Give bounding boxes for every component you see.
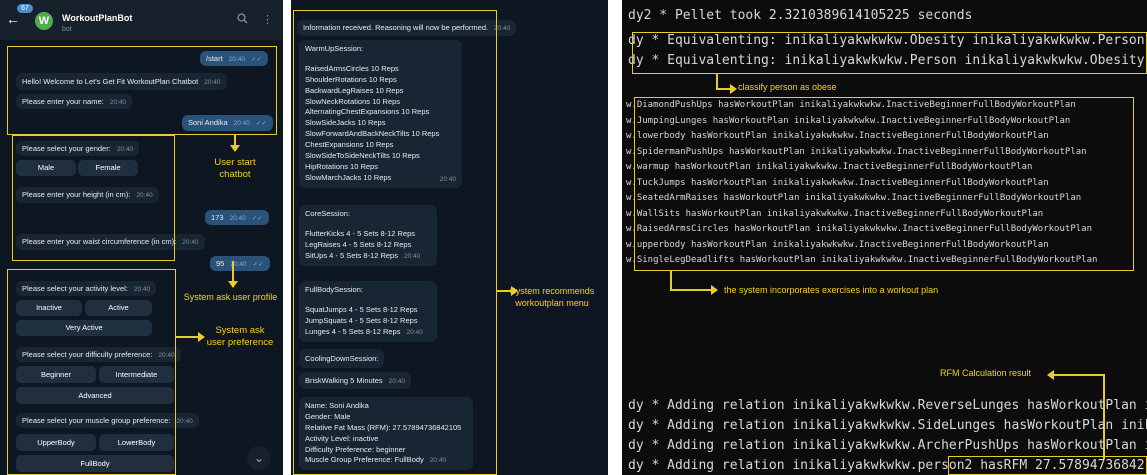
bot-name: WorkoutPlanBot	[62, 13, 133, 23]
highlight-plan-lines	[634, 97, 1134, 271]
console-relation-line: dy * Adding relation inikaliyakwkwkw.Arc…	[628, 438, 1147, 453]
message-height-reply: 173 20:40 ✓✓	[205, 210, 269, 225]
annotation-system-preference: System ask user preference	[206, 325, 274, 349]
back-arrow-icon[interactable]: ←	[6, 11, 20, 27]
arrow-head	[1047, 370, 1054, 380]
annotation-classify: classify person as obese	[738, 82, 837, 92]
arrow-line	[176, 336, 198, 338]
annotation-system-recommends: System recommends workoutplan menu	[509, 286, 595, 308]
arrow-line	[670, 289, 712, 291]
annotation-rfm-result: RFM Calculation result	[940, 368, 1032, 378]
message-waist-reply: 95 20:40 ✓✓	[210, 256, 270, 271]
annotation-incorporates: the system incorporates exercises into a…	[724, 285, 939, 295]
arrow-line	[670, 271, 672, 289]
chat-header: ← 67 W WorkoutPlanBot bot ⋮	[0, 0, 283, 40]
scroll-down-button[interactable]: ⌄	[247, 446, 271, 470]
console-panel: dy2 * Pellet took 2.3210389614105225 sec…	[622, 0, 1147, 475]
workout-plan-panel: Information received. Reasoning will now…	[291, 0, 608, 475]
highlight-user-preference	[7, 269, 176, 475]
annotation-system-profile: System ask user profile	[183, 292, 278, 302]
annotation-user-start: User start chatbot	[214, 157, 256, 181]
arrow-line	[716, 74, 718, 88]
bot-status: bot	[62, 26, 72, 33]
console-pellet-line: dy2 * Pellet took 2.3210389614105225 sec…	[628, 8, 973, 23]
highlight-equivalenting	[632, 32, 1147, 74]
search-icon[interactable]	[237, 13, 248, 27]
double-check-icon: ✓✓	[251, 215, 263, 222]
highlight-rfm	[948, 456, 1147, 475]
arrow-line	[234, 135, 236, 145]
highlight-plan	[293, 10, 497, 475]
double-check-icon: ✓✓	[252, 261, 264, 268]
bot-avatar[interactable]: W	[35, 12, 53, 30]
chevron-down-icon: ⌄	[253, 451, 265, 465]
unread-badge: 67	[17, 4, 33, 13]
arrow-head	[730, 84, 737, 94]
highlight-user-profile	[12, 135, 175, 261]
arrow-head	[230, 145, 240, 152]
console-relation-line: dy * Adding relation inikaliyakwkwkw.Sid…	[628, 418, 1147, 433]
arrow-line	[1054, 374, 1104, 376]
arrow-head	[228, 281, 238, 288]
arrow-head	[711, 285, 718, 295]
highlight-user-start	[7, 46, 277, 135]
telegram-chat-panel: ← 67 W WorkoutPlanBot bot ⋮ /start 20:40 ✓…	[0, 0, 283, 475]
console-relation-line: dy * Adding relation inikaliyakwkwkw.Rev…	[628, 398, 1147, 413]
more-menu-icon[interactable]: ⋮	[262, 13, 273, 26]
